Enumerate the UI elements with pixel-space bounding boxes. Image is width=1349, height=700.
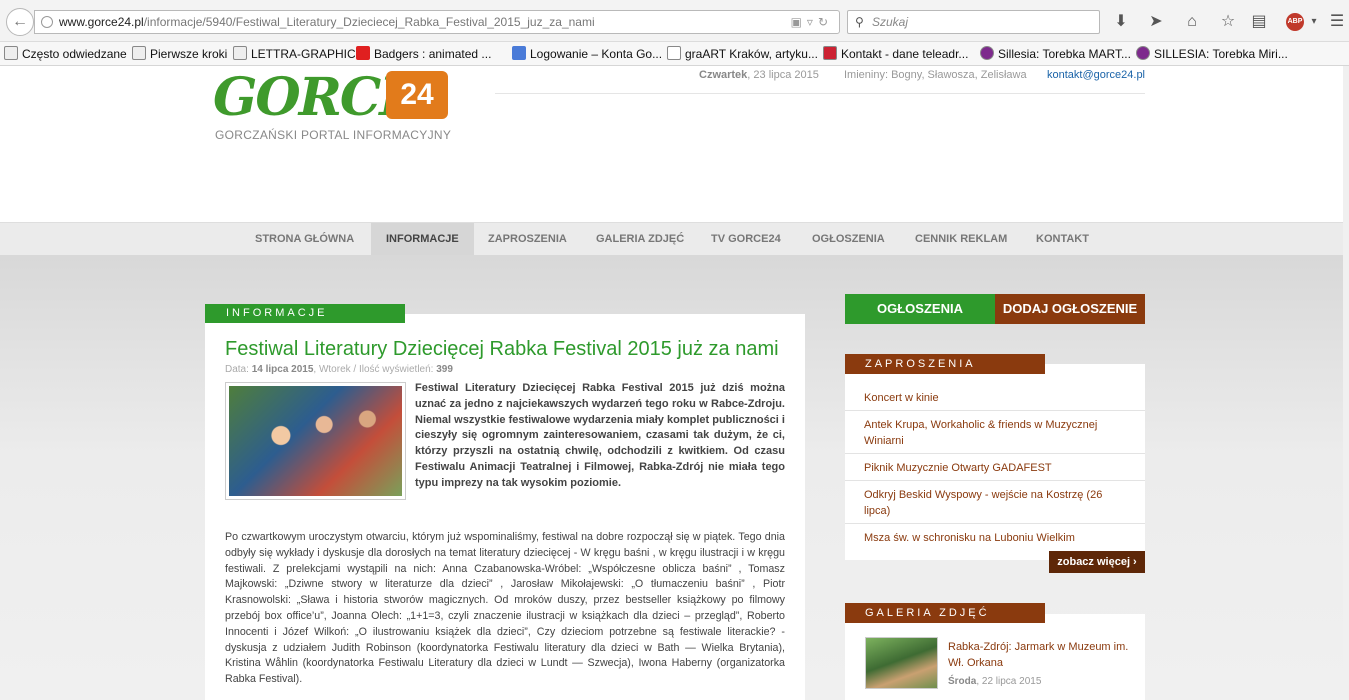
page-icon <box>132 46 146 60</box>
reload-icon[interactable]: ↻ <box>818 15 833 29</box>
menu-contact[interactable]: KONTAKT <box>1021 223 1104 255</box>
bookmarks-bar: Często odwiedzane Pierwsze kroki LETTRA-… <box>0 42 1349 66</box>
page-icon <box>233 46 247 60</box>
bookmark-item[interactable]: SILLESIA: Torebka Miri... <box>1136 46 1288 62</box>
download-icon[interactable]: ⬇ <box>1109 10 1133 34</box>
contact-email-link[interactable]: kontakt@gorce24.pl <box>1047 69 1145 81</box>
see-more-button[interactable]: zobacz więcej › <box>1049 551 1145 573</box>
browser-toolbar: ← www.gorce24.pl/informacje/5940/Festiwa… <box>0 0 1349 42</box>
heart-icon <box>980 46 994 60</box>
bookmark-item[interactable]: Logowanie – Konta Go... <box>512 46 662 62</box>
site-logo[interactable]: GORCE 24 GORCZAŃSKI PORTAL INFORMACYJNY <box>213 70 453 155</box>
photo-image <box>229 386 402 496</box>
current-date: Czwartek, 23 lipca 2015 <box>699 69 819 81</box>
menu-tv[interactable]: TV GORCE24 <box>696 223 796 255</box>
gallery-item-date: Środa, 22 lipca 2015 <box>948 676 1042 687</box>
reading-list-icon[interactable]: ▤ <box>1247 10 1271 34</box>
nameday: Imieniny: Bogny, Sławosza, Zelisława <box>844 69 1027 81</box>
bookmark-item[interactable]: Pierwsze kroki <box>132 46 227 62</box>
youtube-icon <box>356 46 370 60</box>
search-icon: ⚲ <box>855 15 864 29</box>
invitation-item[interactable]: Piknik Muzycznie Otwarty GADAFEST <box>864 460 1129 476</box>
logo-badge: 24 <box>386 71 448 119</box>
article-date: 14 lipca 2015 <box>251 364 314 375</box>
home-icon[interactable]: ⌂ <box>1180 10 1204 34</box>
url-tools: ▣▿↻ <box>791 11 833 33</box>
bookmark-folder-icon <box>4 46 18 60</box>
graart-icon <box>667 46 681 60</box>
bookmark-item[interactable]: graART Kraków, artyku... <box>667 46 818 62</box>
article-title: Festiwal Literatury Dziecięcej Rabka Fes… <box>225 338 779 360</box>
ads-button[interactable]: OGŁOSZENIA <box>845 294 995 324</box>
url-path: /informacje/5940/Festiwal_Literatury_Dzi… <box>143 15 595 29</box>
arrow-left-icon: ← <box>12 13 28 30</box>
gallery-thumbnail[interactable] <box>865 637 938 689</box>
bookmark-item[interactable]: Często odwiedzane <box>4 46 127 62</box>
menu-news[interactable]: INFORMACJE <box>371 223 474 255</box>
invitation-item[interactable]: Koncert w kinie <box>864 390 1129 406</box>
url-host: www.gorce24.pl <box>59 15 144 29</box>
invitation-item[interactable]: Odkryj Beskid Wyspowy - wejście na Kostr… <box>864 487 1129 519</box>
invitation-item[interactable]: Msza św. w schronisku na Luboniu Wielkim <box>864 530 1129 546</box>
divider <box>845 453 1145 454</box>
menu-gallery[interactable]: GALERIA ZDJĘĆ <box>581 223 699 255</box>
chevron-down-icon[interactable]: ▾ <box>1302 10 1326 34</box>
bookmark-item[interactable]: Badgers : animated ... <box>356 46 491 62</box>
divider <box>845 523 1145 524</box>
bookmark-item[interactable]: Kontakt - dane teleadr... <box>823 46 968 62</box>
menu-invitations[interactable]: ZAPROSZENIA <box>473 223 582 255</box>
article-body: Po czwartkowym uroczystym otwarciu, któr… <box>225 531 785 686</box>
browser-search-input[interactable]: ⚲ Szukaj <box>847 10 1100 34</box>
scrollbar[interactable] <box>1343 66 1349 700</box>
top-info-bar: Czwartek, 23 lipca 2015 Imieniny: Bogny,… <box>495 67 1145 94</box>
invitations-label: ZAPROSZENIA <box>845 354 1045 374</box>
invitation-item[interactable]: Antek Krupa, Workaholic & friends w Muzy… <box>864 417 1129 449</box>
article-photo[interactable] <box>225 382 406 500</box>
contact-icon <box>823 46 837 60</box>
menu-ads[interactable]: OGŁOSZENIA <box>797 223 900 255</box>
bookmark-item[interactable]: Sillesia: Torebka MART... <box>980 46 1131 62</box>
menu-icon[interactable]: ☰ <box>1325 10 1349 34</box>
menu-pricing[interactable]: CENNIK REKLAM <box>900 223 1022 255</box>
add-ad-button[interactable]: DODAJ OGŁOSZENIE <box>995 294 1145 324</box>
article-views: 399 <box>436 364 453 375</box>
globe-icon <box>41 16 53 28</box>
address-bar[interactable]: www.gorce24.pl/informacje/5940/Festiwal_… <box>34 10 840 34</box>
gallery-item-title[interactable]: Rabka-Zdrój: Jarmark w Muzeum im. Wł. Or… <box>948 639 1133 671</box>
google-icon <box>512 46 526 60</box>
divider <box>845 480 1145 481</box>
article-meta: Data: 14 lipca 2015, Wtorek / Ilość wyśw… <box>225 364 453 375</box>
menu-home[interactable]: STRONA GŁÓWNA <box>240 223 369 255</box>
dropdown-icon[interactable]: ▿ <box>807 15 818 29</box>
back-button[interactable]: ← <box>6 8 34 36</box>
article-lead: Festiwal Literatury Dziecięcej Rabka Fes… <box>415 382 785 489</box>
reader-icon[interactable]: ▣ <box>791 15 807 29</box>
heart-icon <box>1136 46 1150 60</box>
main-menu: STRONA GŁÓWNA INFORMACJE ZAPROSZENIA GAL… <box>0 222 1349 255</box>
gallery-label: GALERIA ZDJĘĆ <box>845 603 1045 623</box>
star-icon[interactable]: ☆ <box>1216 10 1240 34</box>
search-placeholder: Szukaj <box>872 15 909 29</box>
bookmark-item[interactable]: LETTRA-GRAPHIC <box>233 46 356 62</box>
section-label: INFORMACJE <box>205 304 405 323</box>
logo-tagline: GORCZAŃSKI PORTAL INFORMACYJNY <box>215 128 452 142</box>
send-icon[interactable]: ➤ <box>1144 10 1168 34</box>
divider <box>845 410 1145 411</box>
